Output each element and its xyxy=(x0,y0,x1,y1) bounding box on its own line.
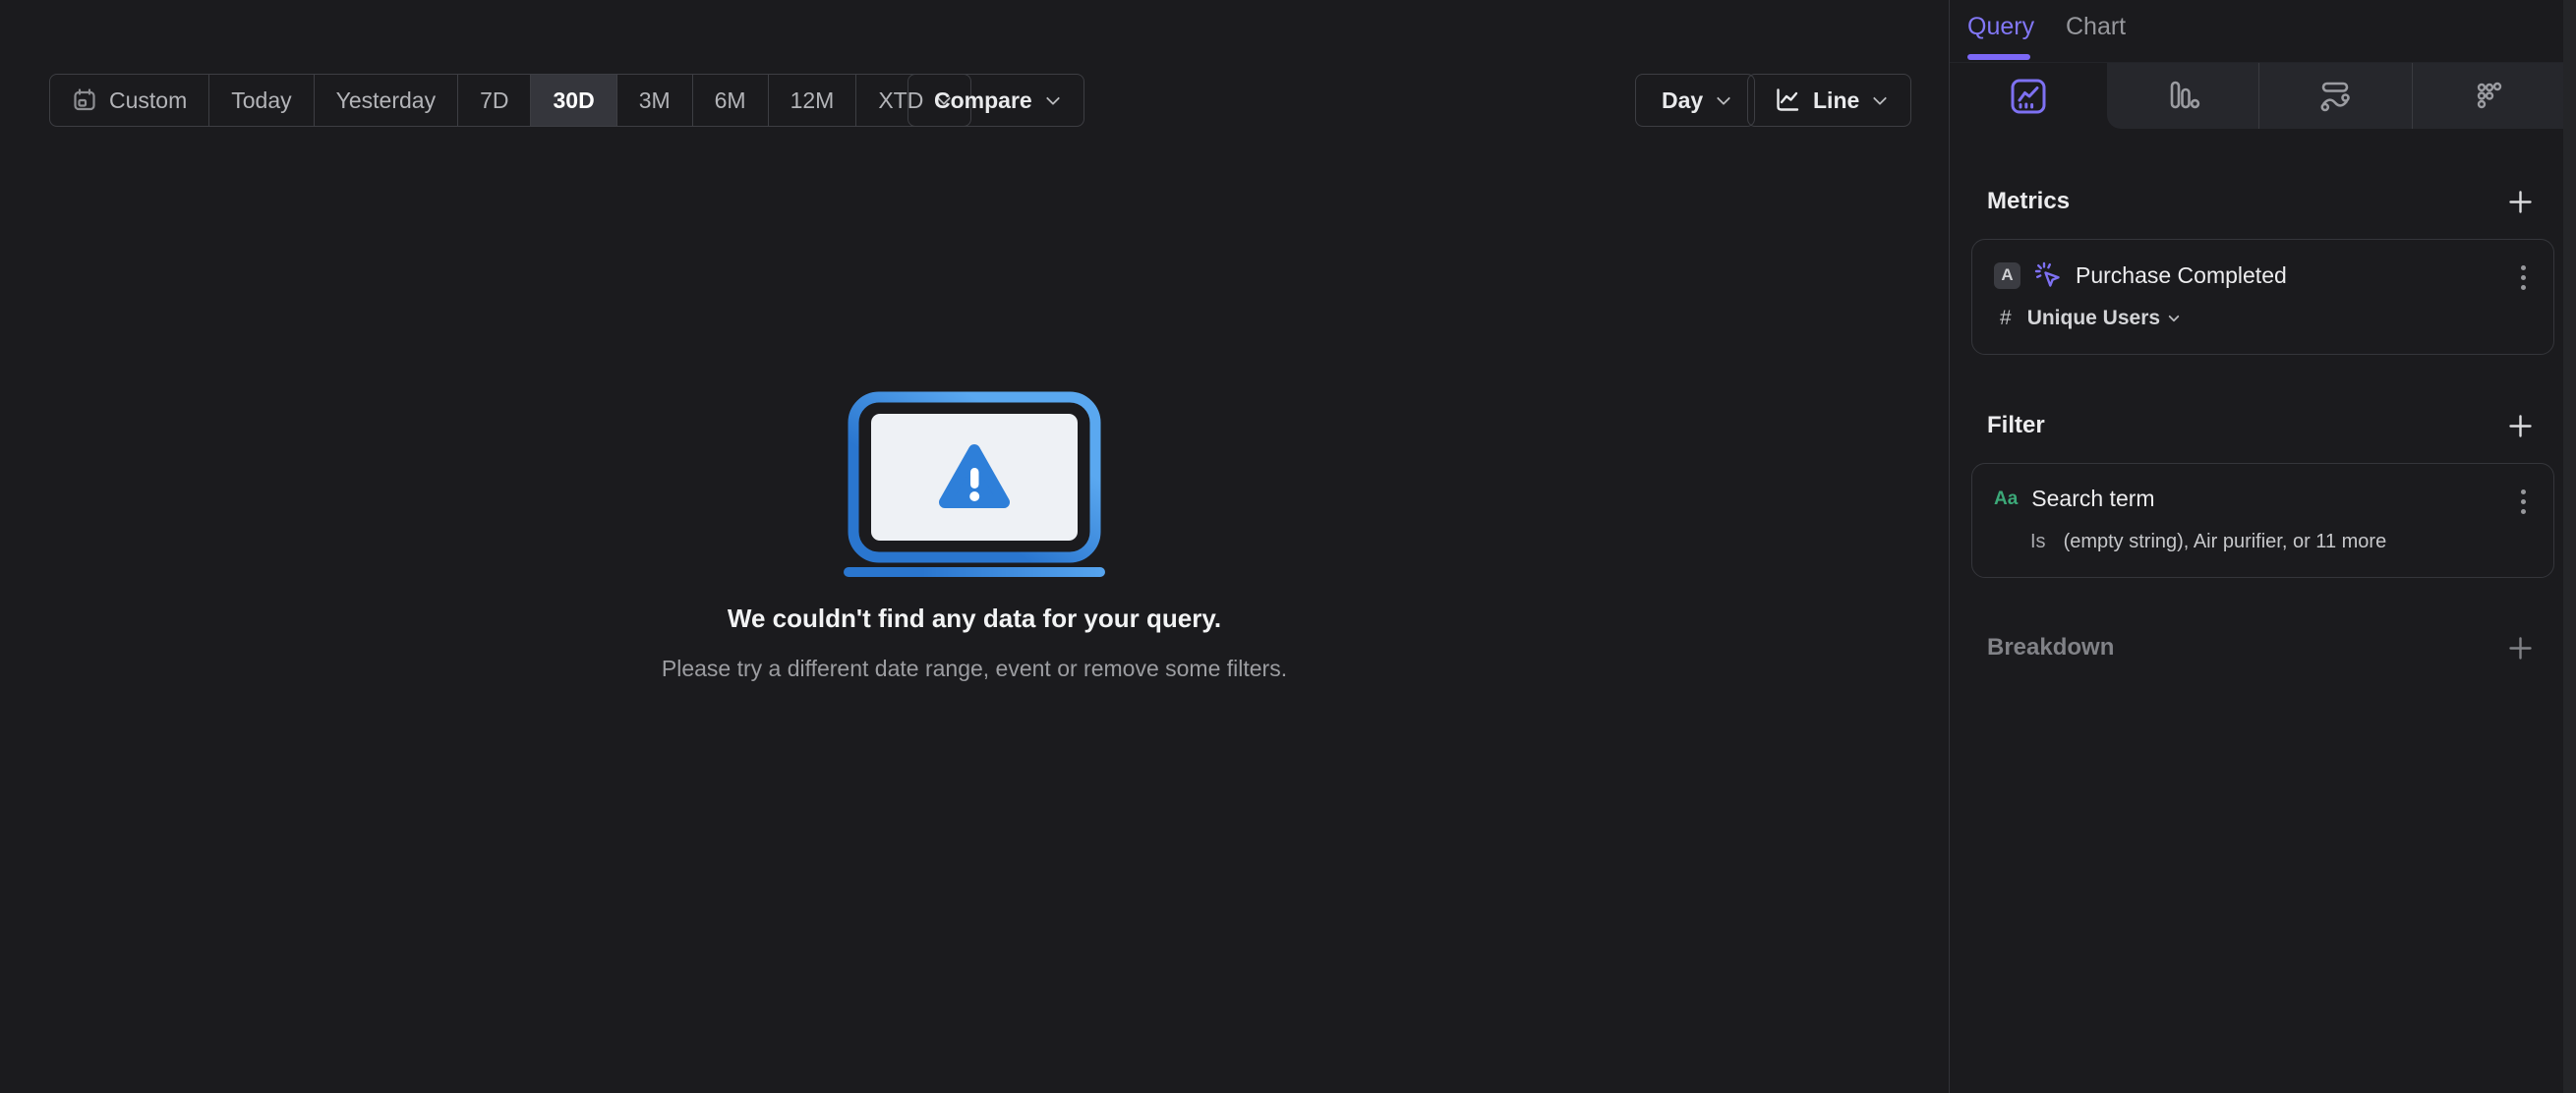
add-filter-button[interactable] xyxy=(2505,411,2535,440)
panel-tabs: Query Chart xyxy=(1950,0,2576,62)
chart-style-dropdown[interactable]: Line xyxy=(1747,74,1912,127)
date-range-3m[interactable]: 3M xyxy=(615,75,692,126)
metrics-heading: Metrics xyxy=(1987,188,2071,214)
tab-chart[interactable]: Chart xyxy=(2066,13,2126,41)
string-property-icon: Aa xyxy=(1994,488,2019,509)
report-type-group xyxy=(2107,63,2564,129)
filter-section-header: Filter xyxy=(1950,411,2564,440)
vertical-bars-icon xyxy=(2163,77,2202,116)
chevron-down-icon xyxy=(1873,90,1888,105)
date-range-yesterday[interactable]: Yesterday xyxy=(313,75,457,126)
query-sections: Metrics A Purchase Completed # Unique Us… xyxy=(1950,129,2564,662)
empty-state: We couldn't find any data for your query… xyxy=(0,391,1949,682)
laptop-warning-illustration xyxy=(844,391,1105,577)
chevron-down-icon xyxy=(2168,311,2180,322)
metric-letter-badge: A xyxy=(1994,261,2020,289)
aggregation-dropdown[interactable]: Unique Users xyxy=(2027,307,2180,330)
date-range-7d[interactable]: 7D xyxy=(457,75,530,126)
filter-row: Aa Search term xyxy=(1994,486,2527,512)
breakdown-section-header: Breakdown xyxy=(1950,633,2564,662)
filter-property-name[interactable]: Search term xyxy=(2031,486,2154,512)
sidebar-scrollbar[interactable] xyxy=(2563,0,2576,1093)
date-range-30d[interactable]: 30D xyxy=(530,75,616,126)
metric-event-name[interactable]: Purchase Completed xyxy=(2076,262,2287,289)
filter-heading: Filter xyxy=(1987,412,2045,438)
breakdown-heading: Breakdown xyxy=(1987,634,2115,661)
flows-icon xyxy=(2315,77,2355,116)
date-range-segmented-control: Custom Today Yesterday 7D 30D 3M 6M 12M … xyxy=(49,74,972,127)
add-metric-button[interactable] xyxy=(2505,187,2535,216)
metric-options-kebab-icon[interactable] xyxy=(2516,265,2530,297)
date-range-today[interactable]: Today xyxy=(208,75,313,126)
granularity-dropdown[interactable]: Day xyxy=(1635,74,1756,127)
query-builder-panel: Query Chart Metrics A Purchase Completed… xyxy=(1949,0,2576,1093)
compare-button[interactable]: Compare xyxy=(907,74,1084,127)
report-type-flows[interactable] xyxy=(2258,63,2411,129)
report-type-insights[interactable] xyxy=(1950,63,2107,129)
date-range-6m[interactable]: 6M xyxy=(691,75,768,126)
metric-row: A Purchase Completed xyxy=(1994,261,2527,289)
metric-card[interactable]: A Purchase Completed # Unique Users xyxy=(1971,239,2554,355)
filter-condition-row: Is (empty string), Air purifier, or 11 m… xyxy=(1994,531,2527,553)
date-range-12m[interactable]: 12M xyxy=(767,75,856,126)
event-click-icon xyxy=(2034,261,2062,289)
filter-values[interactable]: (empty string), Air purifier, or 11 more xyxy=(2064,531,2387,553)
tab-query[interactable]: Query xyxy=(1967,13,2034,41)
add-breakdown-button[interactable] xyxy=(2505,633,2535,662)
report-type-funnels[interactable] xyxy=(2107,63,2258,129)
calendar-icon xyxy=(72,87,97,113)
metric-aggregation-row: # Unique Users xyxy=(1994,307,2527,330)
empty-state-title: We couldn't find any data for your query… xyxy=(727,604,1222,633)
main-canvas: Custom Today Yesterday 7D 30D 3M 6M 12M … xyxy=(0,0,1949,1093)
insights-chart-icon xyxy=(2009,77,2048,116)
report-type-strip xyxy=(1950,62,2564,129)
empty-state-subtitle: Please try a different date range, event… xyxy=(661,656,1288,681)
chevron-down-icon xyxy=(1717,90,1731,105)
date-range-label: Custom xyxy=(109,86,188,113)
filter-operator[interactable]: Is xyxy=(2030,531,2046,553)
chevron-down-icon xyxy=(1045,90,1060,105)
filter-options-kebab-icon[interactable] xyxy=(2516,489,2530,521)
filter-card[interactable]: Aa Search term Is (empty string), Air pu… xyxy=(1971,463,2554,578)
metrics-section-header: Metrics xyxy=(1950,187,2564,216)
date-toolbar: Custom Today Yesterday 7D 30D 3M 6M 12M … xyxy=(49,74,1912,127)
date-range-custom[interactable]: Custom xyxy=(50,75,208,126)
report-type-retention[interactable] xyxy=(2411,63,2564,129)
active-tab-underline xyxy=(1967,54,2030,60)
line-chart-icon xyxy=(1774,86,1801,114)
retention-dots-icon xyxy=(2469,77,2508,116)
hash-icon: # xyxy=(2000,307,2012,329)
